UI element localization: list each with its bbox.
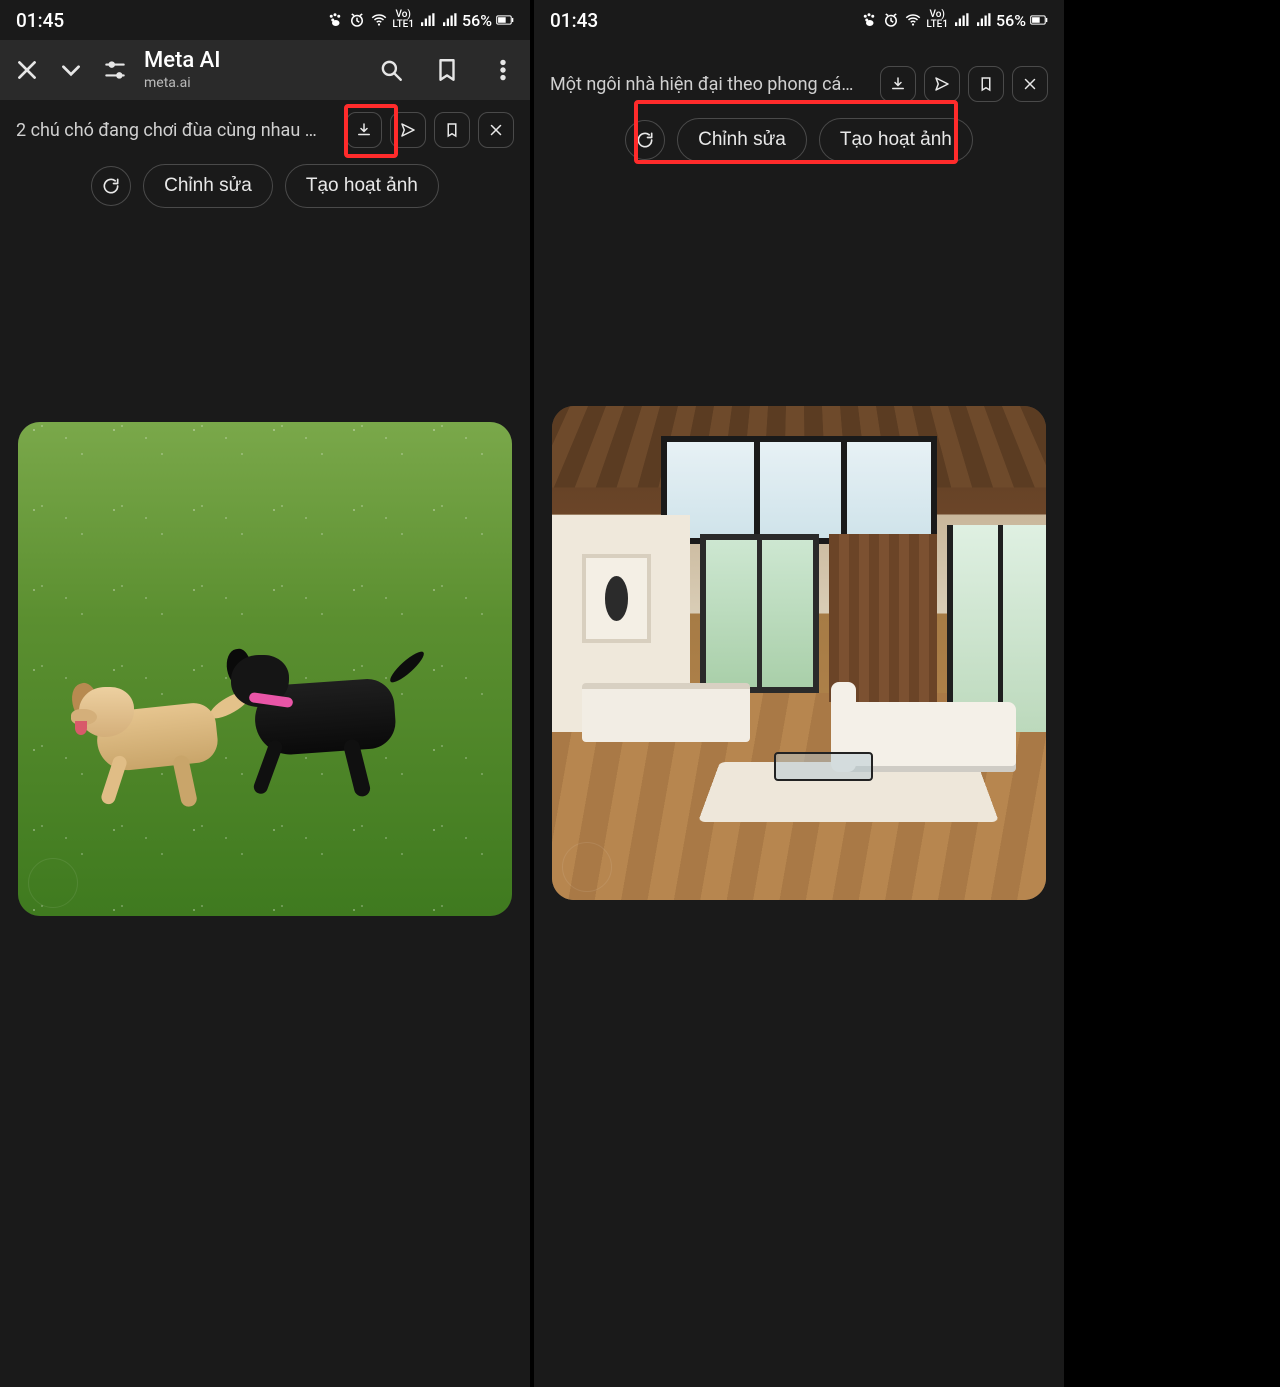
dog-black-lab xyxy=(225,627,425,807)
paw-icon xyxy=(326,11,344,29)
status-icons: Vo)LTE1 56% xyxy=(326,10,514,30)
close-button[interactable] xyxy=(478,112,514,148)
page-title: Meta AI meta.ai xyxy=(144,48,362,91)
image-dogs-playing xyxy=(18,422,512,916)
more-vert-icon[interactable] xyxy=(488,55,518,85)
phone-right: 01:43 Vo)LTE1 56% Một ngôi nhà hiện đại … xyxy=(534,0,1064,1387)
content-area: Một ngôi nhà hiện đại theo phong cá… Chỉ… xyxy=(534,40,1064,900)
close-button[interactable] xyxy=(1012,66,1048,102)
status-bar: 01:45 Vo)LTE1 56% xyxy=(0,0,530,40)
prompt-text: Một ngôi nhà hiện đại theo phong cá… xyxy=(550,74,872,95)
paw-icon xyxy=(860,11,878,29)
send-button[interactable] xyxy=(924,66,960,102)
alarm-icon xyxy=(348,11,366,29)
settings-sliders-icon[interactable] xyxy=(100,55,130,85)
phone-left: 01:45 Vo)LTE1 56% Meta AI meta.ai xyxy=(0,0,530,1387)
content-area: 2 chú chó đang chơi đùa cùng nhau … Chỉn… xyxy=(0,100,530,916)
regenerate-button[interactable] xyxy=(625,120,665,160)
edit-button[interactable]: Chỉnh sửa xyxy=(143,164,273,208)
wifi-icon xyxy=(370,11,388,29)
battery-percent: 56% xyxy=(462,11,492,30)
network-lte-icon: Vo)LTE1 xyxy=(392,10,414,30)
signal-icon-2 xyxy=(440,11,458,29)
prompt-row: 2 chú chó đang chơi đùa cùng nhau … xyxy=(12,100,518,158)
battery-percent: 56% xyxy=(996,11,1026,30)
send-button[interactable] xyxy=(390,112,426,148)
battery-icon xyxy=(496,11,514,29)
close-icon[interactable] xyxy=(12,55,42,85)
battery-icon xyxy=(1030,11,1048,29)
signal-icon xyxy=(952,11,970,29)
prompt-row: Một ngôi nhà hiện đại theo phong cá… xyxy=(546,54,1052,112)
chevron-down-icon[interactable] xyxy=(56,55,86,85)
signal-icon xyxy=(418,11,436,29)
watermark-icon xyxy=(562,842,612,892)
alarm-icon xyxy=(882,11,900,29)
search-icon[interactable] xyxy=(376,55,406,85)
action-row: Chỉnh sửa Tạo hoạt ảnh xyxy=(12,158,518,222)
regenerate-button[interactable] xyxy=(91,166,131,206)
status-bar: 01:43 Vo)LTE1 56% xyxy=(534,0,1064,40)
generated-image[interactable] xyxy=(552,406,1046,900)
action-row: Chỉnh sửa Tạo hoạt ảnh xyxy=(546,112,1052,176)
download-button[interactable] xyxy=(880,66,916,102)
generated-image[interactable] xyxy=(18,422,512,916)
signal-icon-2 xyxy=(974,11,992,29)
title-text: Meta AI xyxy=(144,48,362,74)
animate-button[interactable]: Tạo hoạt ảnh xyxy=(819,118,973,162)
image-modern-house-interior xyxy=(552,406,1046,900)
status-icons: Vo)LTE1 56% xyxy=(860,10,1048,30)
wifi-icon xyxy=(904,11,922,29)
prompt-text: 2 chú chó đang chơi đùa cùng nhau … xyxy=(16,120,338,141)
download-button[interactable] xyxy=(346,112,382,148)
subtitle-text: meta.ai xyxy=(144,75,362,92)
bookmark-button[interactable] xyxy=(968,66,1004,102)
network-lte-icon: Vo)LTE1 xyxy=(926,10,948,30)
edit-button[interactable]: Chỉnh sửa xyxy=(677,118,807,162)
browser-header: Meta AI meta.ai xyxy=(0,40,530,100)
clock: 01:43 xyxy=(550,9,598,32)
bookmark-icon[interactable] xyxy=(432,55,462,85)
clock: 01:45 xyxy=(16,9,64,32)
watermark-icon xyxy=(28,858,78,908)
dog-golden-retriever xyxy=(67,647,247,807)
animate-button[interactable]: Tạo hoạt ảnh xyxy=(285,164,439,208)
bookmark-button[interactable] xyxy=(434,112,470,148)
